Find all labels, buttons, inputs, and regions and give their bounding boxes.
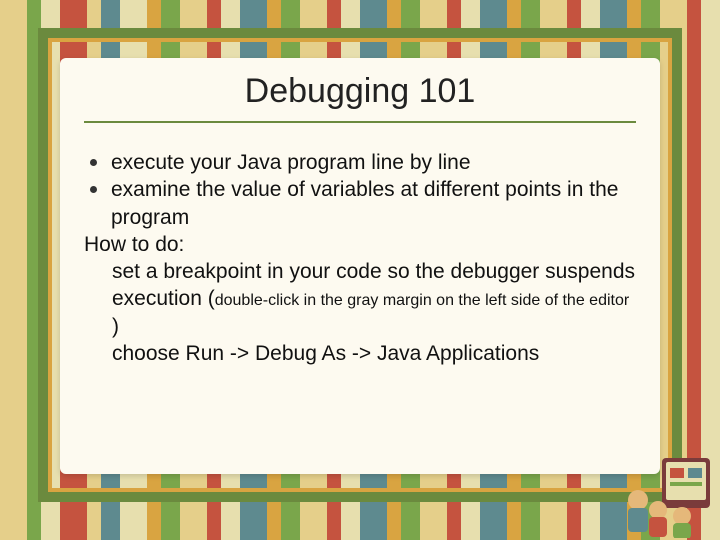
breakpoint-hint-text: double-click in the gray margin on the l… <box>215 292 629 309</box>
slide-body: execute your Java program line by line e… <box>84 149 636 367</box>
bullet-text: execute your Java program line by line <box>111 149 471 176</box>
bullet-item: execute your Java program line by line <box>90 149 636 176</box>
decorative-illustration-icon <box>618 452 714 538</box>
bullet-icon <box>90 159 97 166</box>
bullet-item: examine the value of variables at differ… <box>90 176 636 231</box>
bullet-text: examine the value of variables at differ… <box>111 176 636 231</box>
bullet-icon <box>90 186 97 193</box>
slide-title: Debugging 101 <box>84 72 636 123</box>
breakpoint-close-paren: ) <box>112 315 119 338</box>
run-instruction: choose Run -> Debug As -> Java Applicati… <box>112 340 636 367</box>
slide-card: Debugging 101 execute your Java program … <box>60 58 660 474</box>
stripe <box>0 0 27 540</box>
breakpoint-instruction: set a breakpoint in your code so the deb… <box>112 258 636 340</box>
howto-label: How to do: <box>84 231 636 258</box>
